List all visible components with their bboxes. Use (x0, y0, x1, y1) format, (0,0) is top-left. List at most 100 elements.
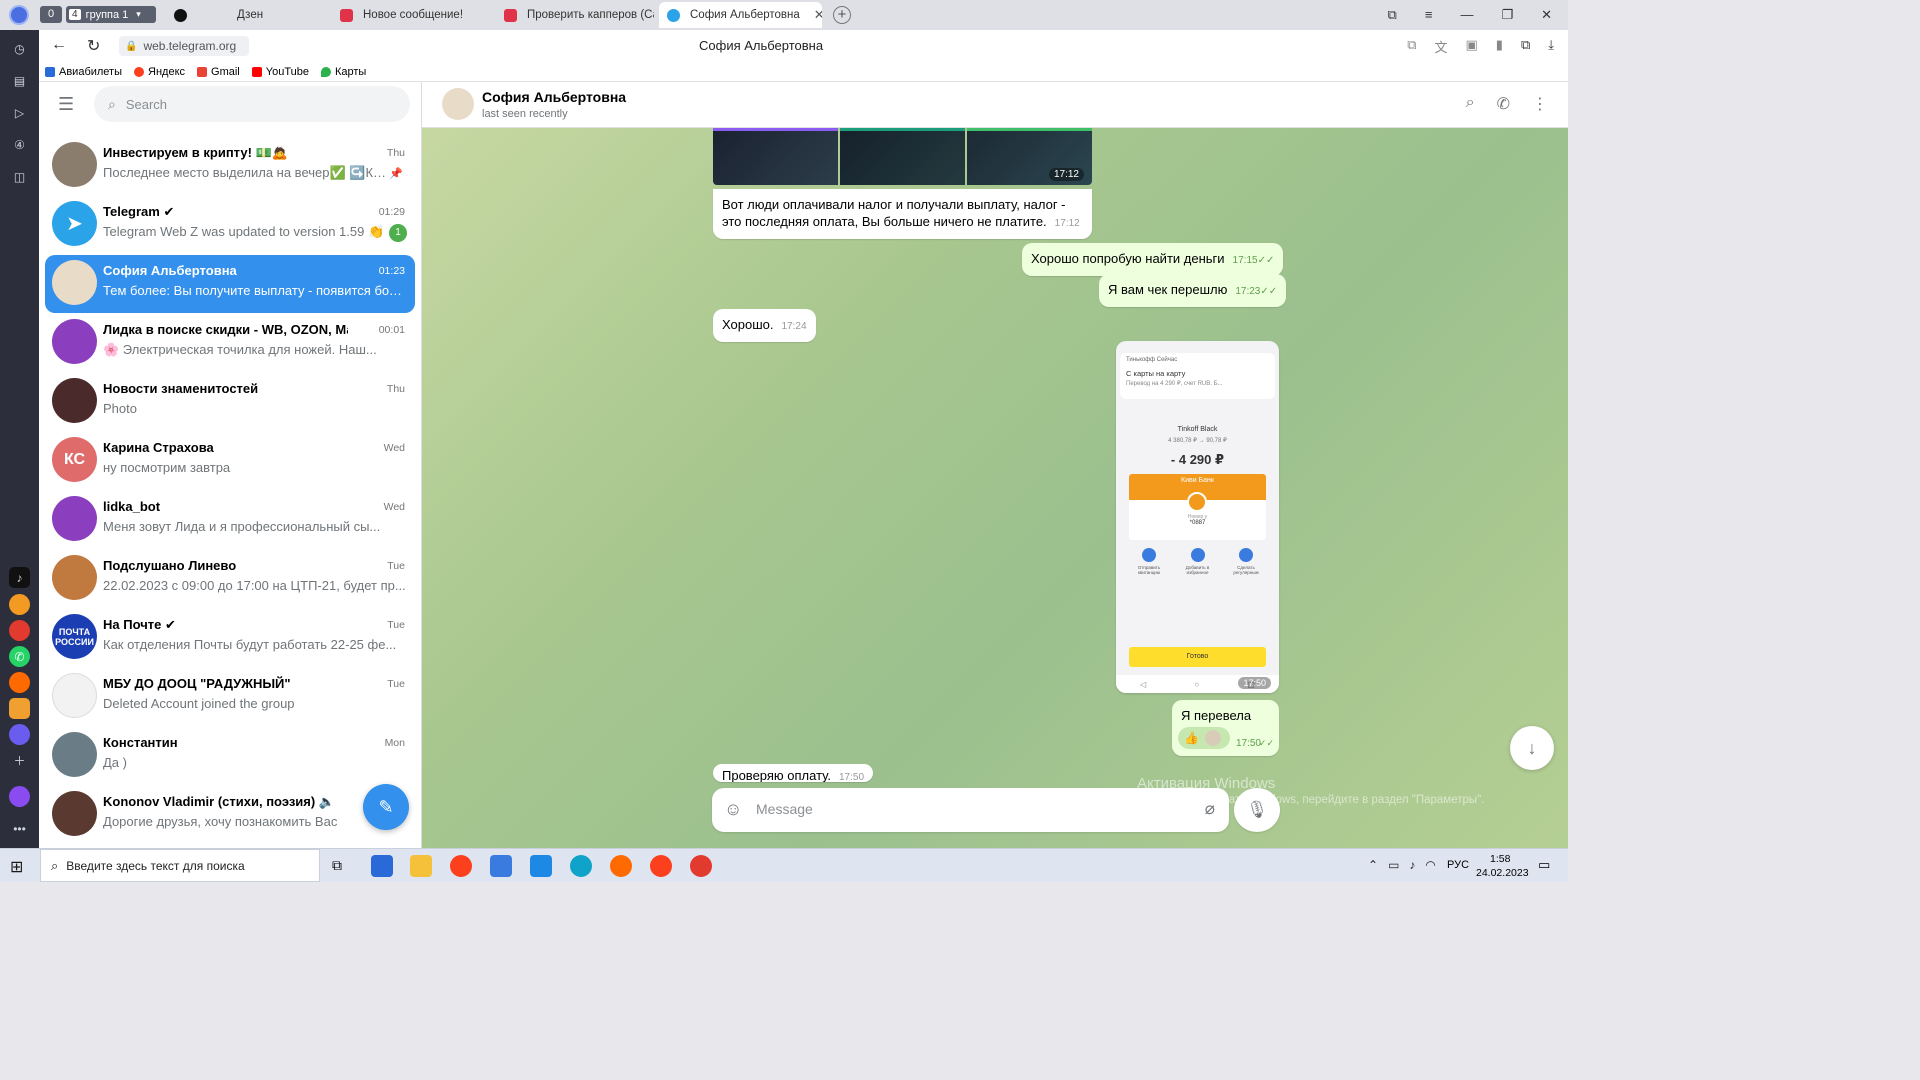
extension-icon[interactable]: ▣ (1466, 37, 1478, 56)
chat-item[interactable]: Константин Mon Да ) (45, 727, 415, 785)
chat-title[interactable]: София Альбертовна (482, 89, 626, 105)
photo-album[interactable]: 17:12 (713, 128, 1092, 185)
chat-item[interactable]: Новости знаменитостей Thu Photo (45, 373, 415, 431)
yandex-browser-icon[interactable] (450, 855, 472, 877)
reaction-chip[interactable]: 👍 (1178, 727, 1230, 749)
chat-avatar[interactable] (442, 88, 474, 120)
camera-icon[interactable]: ◫ (9, 166, 30, 187)
notes-icon[interactable]: ▤ (9, 70, 30, 91)
profile-icon[interactable] (9, 5, 29, 25)
tab-counter[interactable]: 0 (40, 6, 62, 23)
tab-check-cappers[interactable]: Проверить капперов (Са (496, 2, 654, 28)
task-view-icon[interactable]: ⧉ (332, 857, 342, 874)
display-icon[interactable]: ▭ (1388, 858, 1399, 872)
phone-icon[interactable]: ✆ (1497, 94, 1510, 114)
tab-dzen[interactable]: Дзен (166, 2, 326, 28)
chat-item[interactable]: lidka_bot Wed Меня зовут Лида и я профес… (45, 491, 415, 549)
message-input[interactable]: Message (756, 801, 1176, 819)
bookmark-maps[interactable]: Карты (320, 66, 366, 78)
app-icon[interactable] (9, 620, 30, 641)
tab-telegram[interactable]: София Альбертовна ✕ (659, 2, 822, 28)
chat-item[interactable]: ПОЧТА РОССИИ На Почте ✔ Tue Как отделени… (45, 609, 415, 667)
video-icon[interactable]: ▷ (9, 102, 30, 123)
mail-icon[interactable] (371, 855, 393, 877)
receipt-photo[interactable]: Тинькофф Сейчас С карты на карту Перевод… (1116, 341, 1279, 693)
history-icon[interactable]: ◷ (9, 38, 30, 59)
youtube-icon (251, 66, 262, 77)
message-bubble-in[interactable]: Хорошо. 17:24 (713, 309, 816, 342)
photo-thumbnail[interactable]: 17:12 (967, 128, 1092, 185)
chat-item[interactable]: ➤ Telegram ✔ 01:29 Telegram Web Z was up… (45, 196, 415, 254)
tab-group[interactable]: 4 группа 1 ▾ (66, 6, 156, 23)
language-indicator[interactable]: РУС (1447, 859, 1469, 871)
minimize-icon[interactable]: — (1460, 7, 1473, 23)
bookmark-icon[interactable]: ▮ (1496, 37, 1503, 56)
photo-thumbnail[interactable] (713, 128, 838, 185)
chat-item[interactable]: Kononov Vladimir (стихи, поэзия) 🔈 Дорог… (45, 786, 415, 844)
menu-icon[interactable]: ≡ (1425, 7, 1433, 23)
bookmark-gmail[interactable]: Gmail (197, 66, 240, 78)
reader-icon[interactable]: ⧉ (1407, 37, 1416, 56)
translate-icon[interactable]: 文 (1434, 37, 1447, 56)
windows-start-icon[interactable]: ⊞ (10, 857, 23, 877)
app-icon[interactable] (9, 698, 30, 719)
collections-icon[interactable]: ⧉ (1521, 37, 1530, 56)
back-icon[interactable]: ← (51, 36, 67, 54)
volume-icon[interactable]: ♪ (1409, 858, 1415, 872)
clock-date[interactable]: 24.02.2023 (1476, 867, 1529, 879)
alice-icon[interactable] (9, 786, 30, 807)
tab-new-message[interactable]: Новое сообщение! (332, 2, 492, 28)
search-icon[interactable]: ⌕ (1466, 94, 1475, 114)
hamburger-menu-icon[interactable]: ☰ (58, 94, 74, 115)
scroll-down-button[interactable]: ↓ (1510, 726, 1554, 770)
emoji-icon[interactable]: ☺ (724, 799, 742, 820)
chat-item[interactable]: Инвестируем в крипту! 💵🙇 Thu Последнее м… (45, 137, 415, 195)
download-icon[interactable]: ⤓ (1548, 37, 1554, 56)
message-bubble-out[interactable]: Я перевела 👍 17:50 ✓✓ (1172, 700, 1279, 756)
bookmarks-panel-icon[interactable]: ⧉ (1388, 7, 1397, 23)
chat-item[interactable]: КС Карина Страхова Wed ну посмотрим завт… (45, 432, 415, 490)
notification-icon[interactable]: ▭ (1538, 857, 1550, 873)
bookmark-yandex[interactable]: Яндекс (134, 66, 185, 78)
edge-icon[interactable] (570, 855, 592, 877)
network-icon[interactable]: ◠ (1425, 858, 1435, 872)
chat-item[interactable]: Лидка в поиске скидки - WB, OZON, Ма... … (45, 314, 415, 372)
photo-thumbnail[interactable] (840, 128, 965, 185)
folder-icon[interactable] (410, 855, 432, 877)
new-tab-button[interactable]: + (833, 6, 851, 24)
tiktok-icon[interactable]: ♪ (9, 567, 30, 588)
bookmark-youtube[interactable]: YouTube (251, 66, 309, 78)
message-bubble-in[interactable]: Вот люди оплачивали налог и получали вып… (713, 189, 1092, 239)
music-icon[interactable] (9, 672, 30, 693)
chevron-up-icon[interactable]: ⌃ (1368, 858, 1378, 872)
more-icon[interactable]: ••• (9, 818, 30, 839)
url-field[interactable]: 🔒 web.telegram.org (119, 36, 249, 56)
app-icon[interactable] (690, 855, 712, 877)
yandex-icon[interactable] (650, 855, 672, 877)
chat-item-selected[interactable]: София Альбертовна 01:23 Тем более: Вы по… (45, 255, 415, 313)
store-icon[interactable] (530, 855, 552, 877)
chat-item[interactable]: Подслушано Линево Tue 22.02.2023 с 09:00… (45, 550, 415, 608)
message-bubble-in[interactable]: Проверяю оплату. 17:50 (713, 764, 874, 782)
add-icon[interactable]: ＋ (9, 750, 30, 771)
search-input[interactable]: ⌕ Search (94, 86, 410, 122)
close-window-icon[interactable]: ✕ (1541, 7, 1552, 23)
whatsapp-icon[interactable]: ✆ (9, 646, 30, 667)
message-bubble-out[interactable]: Хорошо попробую найти деньги 17:15✓✓ (1022, 243, 1284, 276)
clock-time[interactable]: 1:58 (1490, 853, 1510, 865)
message-bubble-out[interactable]: Я вам чек перешлю 17:23✓✓ (1099, 274, 1287, 307)
chat-item[interactable]: МБУ ДО ДООЦ "РАДУЖНЫЙ" Tue Deleted Accou… (45, 668, 415, 726)
reload-icon[interactable]: ↻ (87, 36, 100, 56)
close-icon[interactable]: ✕ (814, 7, 822, 23)
receipt-balance: 4 380,78 ₽ → 90,78 ₽ (1168, 438, 1227, 444)
tabs-count-icon[interactable]: ④ (9, 134, 30, 155)
bookmark-aviabilety[interactable]: Авиабилеты (45, 66, 122, 78)
compose-button[interactable]: ✎ (363, 784, 409, 830)
messenger-icon[interactable] (9, 724, 30, 745)
music-icon[interactable] (610, 855, 632, 877)
calculator-icon[interactable] (490, 855, 512, 877)
app-icon[interactable] (9, 594, 30, 615)
more-vertical-icon[interactable]: ⋮ (1532, 94, 1548, 114)
restore-icon[interactable]: ❐ (1501, 7, 1513, 23)
taskbar-search-input[interactable]: ⌕ Введите здесь текст для поиска (40, 849, 320, 882)
